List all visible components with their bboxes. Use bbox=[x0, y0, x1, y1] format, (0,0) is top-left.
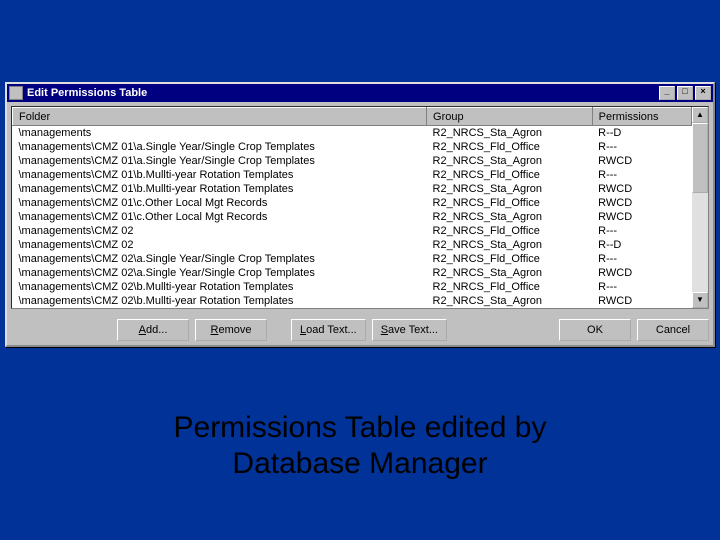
cell-group: R2_NRCS_Fld_Office bbox=[427, 224, 593, 238]
cell-group: R2_NRCS_Sta_Agron bbox=[427, 210, 593, 224]
table-row[interactable]: \managements\CMZ 02R2_NRCS_Fld_OfficeR--… bbox=[13, 224, 692, 238]
table-row[interactable]: \managements\CMZ 01\c.Other Local Mgt Re… bbox=[13, 210, 692, 224]
table-row[interactable]: \managements\CMZ 01\c.Other Local Mgt Re… bbox=[13, 196, 692, 210]
cell-group: R2_NRCS_Sta_Agron bbox=[427, 182, 593, 196]
button-row: Add... Remove Load Text... Save Text... … bbox=[7, 313, 713, 345]
load-text-button[interactable]: Load Text... bbox=[291, 319, 366, 341]
cell-folder: \managements\CMZ 02\a.Single Year/Single… bbox=[13, 252, 427, 266]
table-row[interactable]: \managements\CMZ 02\a.Single Year/Single… bbox=[13, 266, 692, 280]
scroll-down-button[interactable]: ▼ bbox=[692, 292, 708, 308]
maximize-button[interactable]: □ bbox=[677, 86, 693, 100]
add-button[interactable]: Add... bbox=[117, 319, 189, 341]
cell-permissions: R--D bbox=[592, 126, 691, 141]
cell-permissions: R--- bbox=[592, 252, 691, 266]
cell-group: R2_NRCS_Fld_Office bbox=[427, 252, 593, 266]
cell-group: R2_NRCS_Sta_Agron bbox=[427, 294, 593, 308]
client-area: Folder Group Permissions \managementsR2_… bbox=[7, 102, 713, 313]
cell-group: R2_NRCS_Sta_Agron bbox=[427, 238, 593, 252]
cell-permissions: RWCD bbox=[592, 210, 691, 224]
cell-group: R2_NRCS_Fld_Office bbox=[427, 280, 593, 294]
vertical-scrollbar[interactable]: ▲ ▼ bbox=[692, 107, 708, 308]
cell-permissions: R--- bbox=[592, 224, 691, 238]
cell-folder: \managements\CMZ 02 bbox=[13, 238, 427, 252]
close-button[interactable]: × bbox=[695, 86, 711, 100]
table-row[interactable]: \managements\CMZ 01\a.Single Year/Single… bbox=[13, 154, 692, 168]
cell-permissions: R--D bbox=[592, 238, 691, 252]
titlebar[interactable]: Edit Permissions Table _ □ × bbox=[7, 84, 713, 102]
caption-line-2: Database Manager bbox=[0, 446, 720, 482]
permissions-window: Edit Permissions Table _ □ × Folder Grou… bbox=[5, 82, 715, 347]
table-row[interactable]: \managements\CMZ 01\a.Single Year/Single… bbox=[13, 140, 692, 154]
cell-group: R2_NRCS_Sta_Agron bbox=[427, 154, 593, 168]
cell-folder: \managements\CMZ 02\a.Single Year/Single… bbox=[13, 266, 427, 280]
cell-permissions: RWCD bbox=[592, 294, 691, 308]
cell-permissions: RWCD bbox=[592, 196, 691, 210]
cell-group: R2_NRCS_Sta_Agron bbox=[427, 266, 593, 280]
remove-button[interactable]: Remove bbox=[195, 319, 267, 341]
cell-folder: \managements\CMZ 02 bbox=[13, 224, 427, 238]
cell-permissions: R--- bbox=[592, 280, 691, 294]
cell-folder: \managements\CMZ 01\c.Other Local Mgt Re… bbox=[13, 196, 427, 210]
scroll-up-button[interactable]: ▲ bbox=[692, 107, 708, 123]
table-row[interactable]: \managements\CMZ 02R2_NRCS_Sta_AgronR--D bbox=[13, 238, 692, 252]
cell-permissions: RWCD bbox=[592, 154, 691, 168]
table-row[interactable]: \managementsR2_NRCS_Sta_AgronR--D bbox=[13, 126, 692, 141]
table-row[interactable]: \managements\CMZ 02\b.Mullti-year Rotati… bbox=[13, 294, 692, 308]
cell-folder: \managements bbox=[13, 126, 427, 141]
col-header-folder[interactable]: Folder bbox=[13, 108, 427, 126]
permissions-grid: Folder Group Permissions \managementsR2_… bbox=[11, 106, 709, 309]
scroll-track[interactable] bbox=[692, 123, 708, 292]
cell-folder: \managements\CMZ 01\b.Mullti-year Rotati… bbox=[13, 168, 427, 182]
app-icon bbox=[9, 86, 23, 100]
caption-line-1: Permissions Table edited by bbox=[0, 410, 720, 446]
cell-folder: \managements\CMZ 01\b.Mullti-year Rotati… bbox=[13, 182, 427, 196]
cell-group: R2_NRCS_Fld_Office bbox=[427, 168, 593, 182]
col-header-permissions[interactable]: Permissions bbox=[592, 108, 691, 126]
ok-button[interactable]: OK bbox=[559, 319, 631, 341]
cell-folder: \managements\CMZ 02\b.Mullti-year Rotati… bbox=[13, 294, 427, 308]
window-title: Edit Permissions Table bbox=[27, 87, 657, 99]
table-row[interactable]: \managements\CMZ 01\b.Mullti-year Rotati… bbox=[13, 168, 692, 182]
scroll-thumb[interactable] bbox=[692, 123, 708, 193]
cell-group: R2_NRCS_Sta_Agron bbox=[427, 126, 593, 141]
slide-caption: Permissions Table edited by Database Man… bbox=[0, 410, 720, 482]
cell-permissions: RWCD bbox=[592, 266, 691, 280]
table-row[interactable]: \managements\CMZ 01\b.Mullti-year Rotati… bbox=[13, 182, 692, 196]
cell-folder: \managements\CMZ 02\b.Mullti-year Rotati… bbox=[13, 280, 427, 294]
cell-folder: \managements\CMZ 01\c.Other Local Mgt Re… bbox=[13, 210, 427, 224]
cell-folder: \managements\CMZ 01\a.Single Year/Single… bbox=[13, 140, 427, 154]
cell-permissions: R--- bbox=[592, 168, 691, 182]
save-text-button[interactable]: Save Text... bbox=[372, 319, 447, 341]
cell-group: R2_NRCS_Fld_Office bbox=[427, 140, 593, 154]
table-row[interactable]: \managements\CMZ 02\b.Mullti-year Rotati… bbox=[13, 280, 692, 294]
col-header-group[interactable]: Group bbox=[427, 108, 593, 126]
cancel-button[interactable]: Cancel bbox=[637, 319, 709, 341]
minimize-button[interactable]: _ bbox=[659, 86, 675, 100]
table-row[interactable]: \managements\CMZ 02\a.Single Year/Single… bbox=[13, 252, 692, 266]
cell-permissions: R--- bbox=[592, 140, 691, 154]
cell-group: R2_NRCS_Fld_Office bbox=[427, 196, 593, 210]
cell-permissions: RWCD bbox=[592, 182, 691, 196]
cell-folder: \managements\CMZ 01\a.Single Year/Single… bbox=[13, 154, 427, 168]
